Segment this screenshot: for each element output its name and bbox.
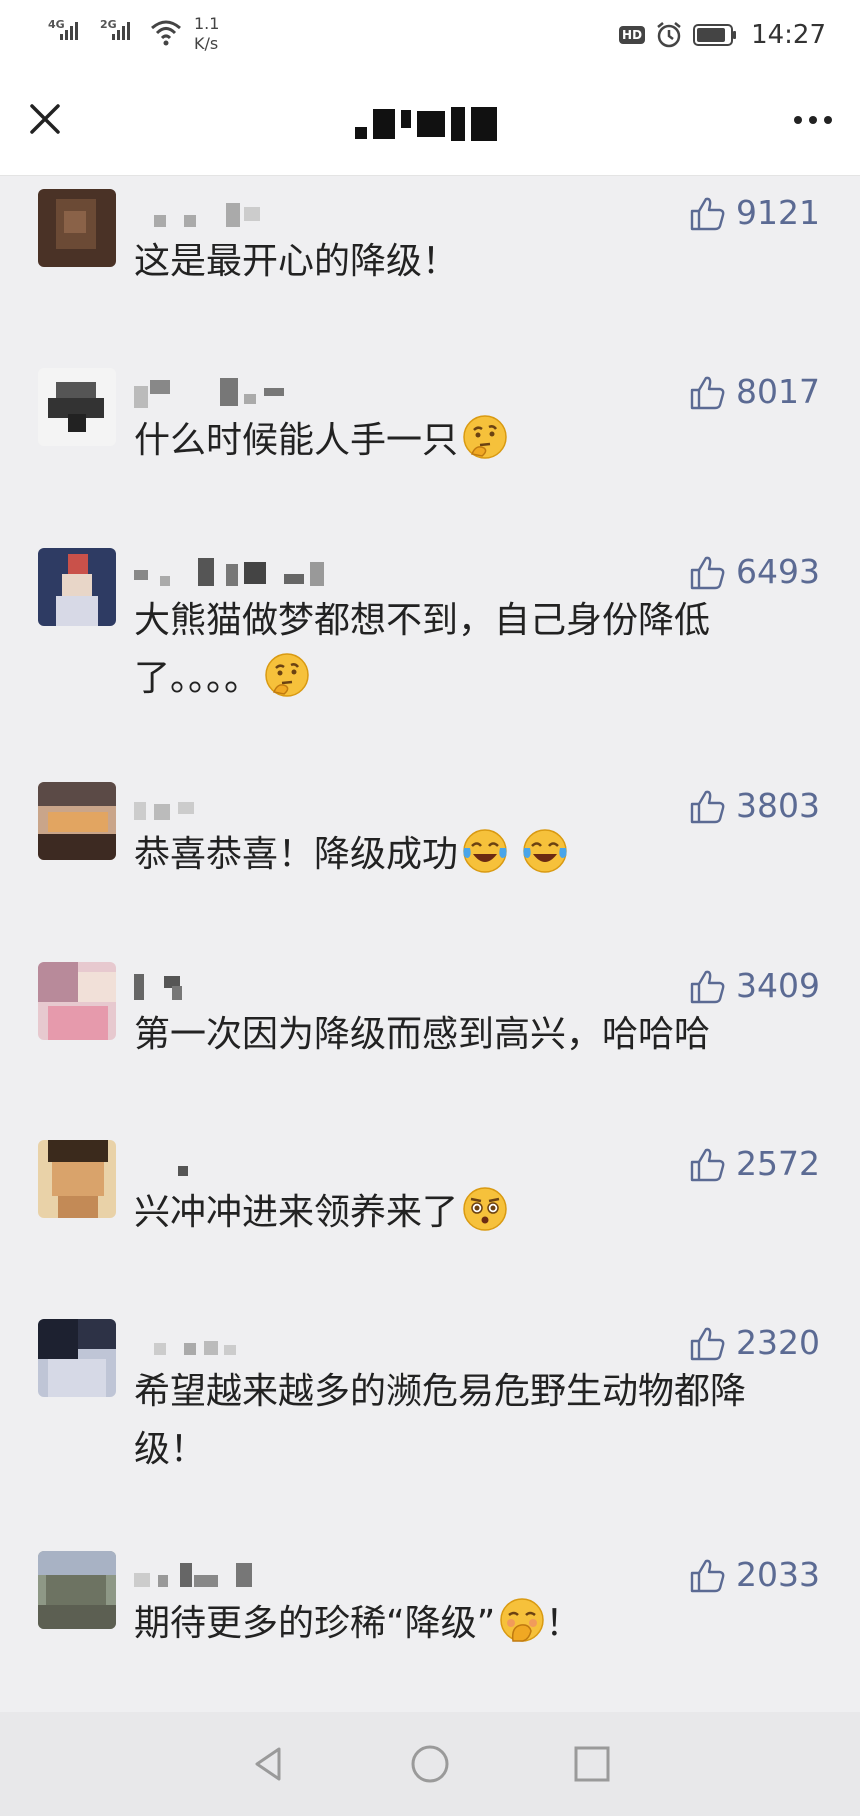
app-root: 4G 2G 1.1 K/s HD 14:27 9121 这是最开心的降级！ 80… [0, 0, 860, 1816]
like-button[interactable]: 9121 [688, 193, 820, 232]
recents-square-icon[interactable] [571, 1743, 613, 1785]
username-redacted[interactable] [134, 556, 374, 592]
comment-text-after: ！ [545, 1603, 582, 1644]
username-redacted[interactable] [134, 197, 374, 233]
user-avatar[interactable] [38, 1140, 116, 1218]
thumbs-up-icon [690, 1559, 725, 1592]
comment-item: 9121 这是最开心的降级！ [0, 189, 860, 319]
comment-text-content: 大熊猫做梦都想不到，自己身份降低了。。。。 [134, 600, 711, 699]
network-speed-unit: K/s [194, 34, 219, 53]
comment-text: 兴冲冲进来领养来了 [134, 1184, 814, 1242]
thumbs-up-icon [690, 556, 725, 589]
like-button[interactable]: 6493 [688, 552, 820, 591]
flushed-emoji-icon [463, 1187, 507, 1231]
wifi-icon [151, 20, 181, 46]
hd-badge: HD [619, 26, 646, 44]
thumbs-up-icon [690, 790, 725, 823]
network-speed-value: 1.1 [194, 14, 220, 33]
comment-item: 8017 什么时候能人手一只 [0, 368, 860, 498]
thumbs-up-icon [690, 1148, 725, 1181]
comment-text-before: 期待更多的珍稀“降级” [134, 1603, 496, 1644]
system-navigation-bar [0, 1712, 860, 1816]
like-count: 2033 [736, 1555, 820, 1594]
like-count: 6493 [736, 552, 820, 591]
like-button[interactable]: 2572 [688, 1144, 820, 1183]
like-count: 3803 [736, 786, 820, 825]
battery-icon [693, 24, 737, 46]
user-avatar[interactable] [38, 1551, 116, 1629]
user-avatar[interactable] [38, 189, 116, 267]
like-count: 8017 [736, 372, 820, 411]
alarm-icon [657, 22, 681, 48]
tears-of-joy-emoji-icon [463, 829, 507, 873]
more-options-icon[interactable] [788, 100, 838, 140]
like-button[interactable]: 2320 [688, 1323, 820, 1362]
comment-item: 3409 第一次因为降级而感到高兴，哈哈哈 [0, 962, 860, 1092]
user-avatar[interactable] [38, 368, 116, 446]
user-avatar[interactable] [38, 962, 116, 1040]
user-avatar[interactable] [38, 548, 116, 626]
user-avatar[interactable] [38, 782, 116, 860]
comment-text-content: 恭喜恭喜！降级成功 [134, 834, 459, 875]
comment-text: 第一次因为降级而感到高兴，哈哈哈 [134, 1014, 711, 1055]
thumbs-up-icon [690, 197, 725, 230]
like-button[interactable]: 8017 [688, 372, 820, 411]
back-triangle-icon[interactable] [247, 1743, 289, 1785]
comment-text: 什么时候能人手一只 [134, 412, 814, 470]
thumbs-up-icon [690, 970, 725, 1003]
thinking-emoji-icon [265, 653, 309, 697]
tears-of-joy-emoji-icon [523, 829, 567, 873]
like-button[interactable]: 3803 [688, 786, 820, 825]
comment-item: 3803 恭喜恭喜！降级成功 [0, 782, 860, 912]
thinking-emoji-icon [463, 415, 507, 459]
user-avatar[interactable] [38, 1319, 116, 1397]
page-title-redacted [355, 104, 505, 144]
username-redacted[interactable] [134, 376, 374, 412]
signal-bars-1-icon [60, 22, 78, 40]
status-bar: 4G 2G 1.1 K/s HD 14:27 [0, 0, 860, 74]
thumbs-up-icon [690, 1327, 725, 1360]
like-count: 2572 [736, 1144, 820, 1183]
username-redacted[interactable] [134, 790, 374, 826]
status-right-group: HD 14:27 [619, 20, 826, 50]
comment-item: 2033 期待更多的珍稀“降级” ！ [0, 1551, 860, 1681]
username-redacted[interactable] [134, 970, 374, 1006]
hand-over-mouth-emoji-icon [500, 1598, 545, 1642]
username-redacted[interactable] [134, 1327, 374, 1363]
comment-text: 这是最开心的降级！ [134, 241, 459, 282]
like-count: 9121 [736, 193, 820, 232]
close-icon[interactable] [22, 96, 68, 142]
like-count: 2320 [736, 1323, 820, 1362]
comment-item: 6493 大熊猫做梦都想不到，自己身份降低了。。。。 [0, 548, 860, 738]
comment-text: 希望越来越多的濒危易危野生动物都降级！ [134, 1371, 747, 1470]
like-count: 3409 [736, 966, 820, 1005]
signal-bars-2-icon [112, 22, 130, 40]
like-button[interactable]: 3409 [688, 966, 820, 1005]
clock: 14:27 [751, 20, 826, 50]
comment-text: 大熊猫做梦都想不到，自己身份降低了。。。。 [134, 592, 794, 708]
home-circle-icon[interactable] [409, 1743, 451, 1785]
comment-text-content: 兴冲冲进来领养来了 [134, 1192, 459, 1233]
comment-text: 恭喜恭喜！降级成功 [134, 826, 814, 884]
network-speed: 1.1 K/s [194, 14, 219, 54]
username-redacted[interactable] [134, 1559, 374, 1595]
comment-text: 期待更多的珍稀“降级” ！ [134, 1595, 814, 1653]
comment-text-content: 什么时候能人手一只 [134, 420, 459, 461]
comment-item: 2320 希望越来越多的濒危易危野生动物都降级！ [0, 1319, 860, 1509]
thumbs-up-icon [690, 376, 725, 409]
nav-bar [0, 74, 860, 176]
comment-item: 2572 兴冲冲进来领养来了 [0, 1140, 860, 1270]
username-redacted[interactable] [134, 1148, 374, 1184]
like-button[interactable]: 2033 [688, 1555, 820, 1594]
